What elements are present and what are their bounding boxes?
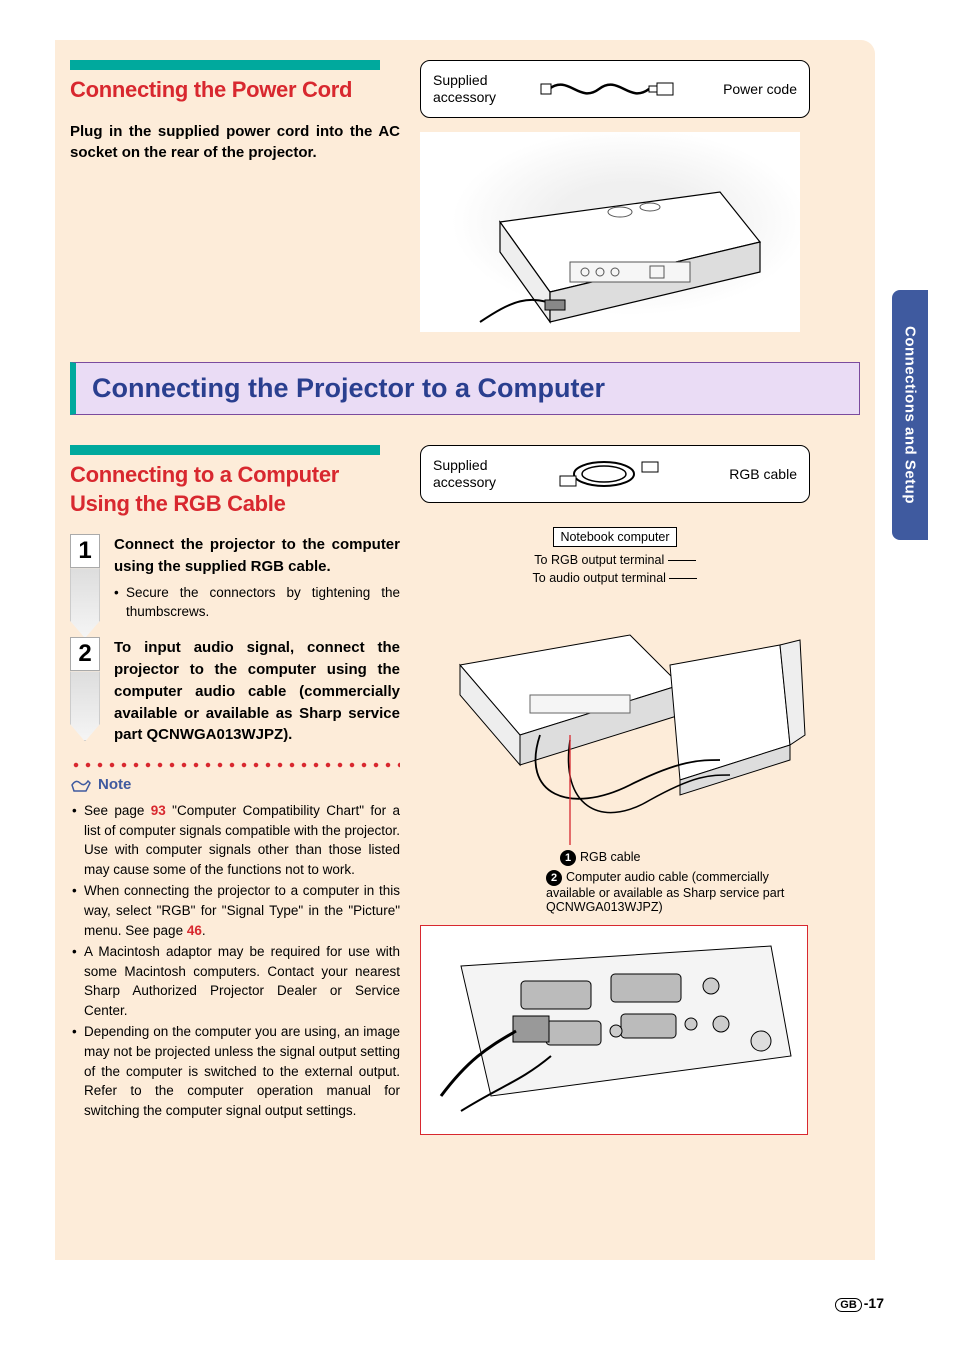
page-link-93[interactable]: 93 [151, 803, 166, 818]
main-heading-box: Connecting the Projector to a Computer [70, 362, 860, 415]
note-item: A Macintosh adaptor may be required for … [70, 942, 400, 1020]
accessory-item-name: Power code [707, 81, 797, 97]
to-rgb-label: To RGB output terminal [420, 553, 810, 567]
step-1: 1 Connect the projector to the computer … [70, 534, 400, 621]
projector-illustration [420, 132, 800, 332]
note-label: Note [98, 776, 131, 793]
page-content: Connecting the Power Cord Plug in the su… [70, 60, 860, 1145]
step-2: 2 To input audio signal, connect the pro… [70, 637, 400, 746]
section-rgb-cable: Connecting to a Computer Using the RGB C… [70, 445, 860, 1145]
terminal-panel-illustration [421, 926, 809, 1136]
page-number: -17 [864, 1295, 884, 1311]
side-tab-connections: Connections and Setup [892, 290, 928, 540]
accessory-label: Supplied accessory [433, 457, 511, 491]
to-audio-label: To audio output terminal [420, 571, 810, 585]
region-badge: GB [835, 1298, 862, 1312]
main-heading: Connecting the Projector to a Computer [92, 373, 843, 404]
step-tail-icon [70, 671, 100, 741]
accessory-box-power: Supplied accessory Power code [420, 60, 810, 118]
heading-accent-bar [70, 60, 380, 70]
heading-accent-bar [70, 445, 380, 455]
notebook-label: Notebook computer [553, 527, 676, 547]
note-list: See page 93 "Computer Compatibility Char… [70, 801, 400, 1120]
connection-diagram: Notebook computer To RGB output terminal… [420, 527, 810, 1145]
projector-laptop-illustration [420, 585, 810, 855]
heading-power-cord: Connecting the Power Cord [70, 76, 400, 105]
body-power-cord: Plug in the supplied power cord into the… [70, 121, 400, 165]
note-item: When connecting the projector to a compu… [70, 881, 400, 940]
rgb-cable-icon [523, 453, 695, 495]
terminal-closeup [420, 925, 808, 1135]
page-link-46[interactable]: 46 [187, 923, 202, 938]
callout-rgb-cable: 1RGB cable [560, 850, 640, 866]
step-tail-icon [70, 568, 100, 638]
accessory-box-rgb: Supplied accessory RGB cable [420, 445, 810, 503]
callout-audio-cable: 2Computer audio cable (commercially avai… [546, 870, 796, 914]
step-number: 1 [70, 534, 100, 568]
step-title: Connect the projector to the computer us… [114, 534, 400, 578]
page-footer: GB-17 [835, 1295, 884, 1312]
power-cable-icon [523, 68, 695, 110]
heading-rgb: Connecting to a Computer Using the RGB C… [70, 461, 400, 518]
section-power-cord: Connecting the Power Cord Plug in the su… [70, 60, 860, 332]
note-heading: Note [70, 776, 400, 793]
separator-dotline [70, 762, 400, 768]
step-subtext: Secure the connectors by tightening the … [114, 584, 400, 622]
step-title: To input audio signal, connect the proje… [114, 637, 400, 746]
accessory-item-name: RGB cable [707, 466, 797, 482]
note-item: See page 93 "Computer Compatibility Char… [70, 801, 400, 879]
note-pencil-icon [70, 777, 92, 793]
step-number: 2 [70, 637, 100, 671]
note-item: Depending on the computer you are using,… [70, 1022, 400, 1120]
accessory-label: Supplied accessory [433, 72, 511, 106]
